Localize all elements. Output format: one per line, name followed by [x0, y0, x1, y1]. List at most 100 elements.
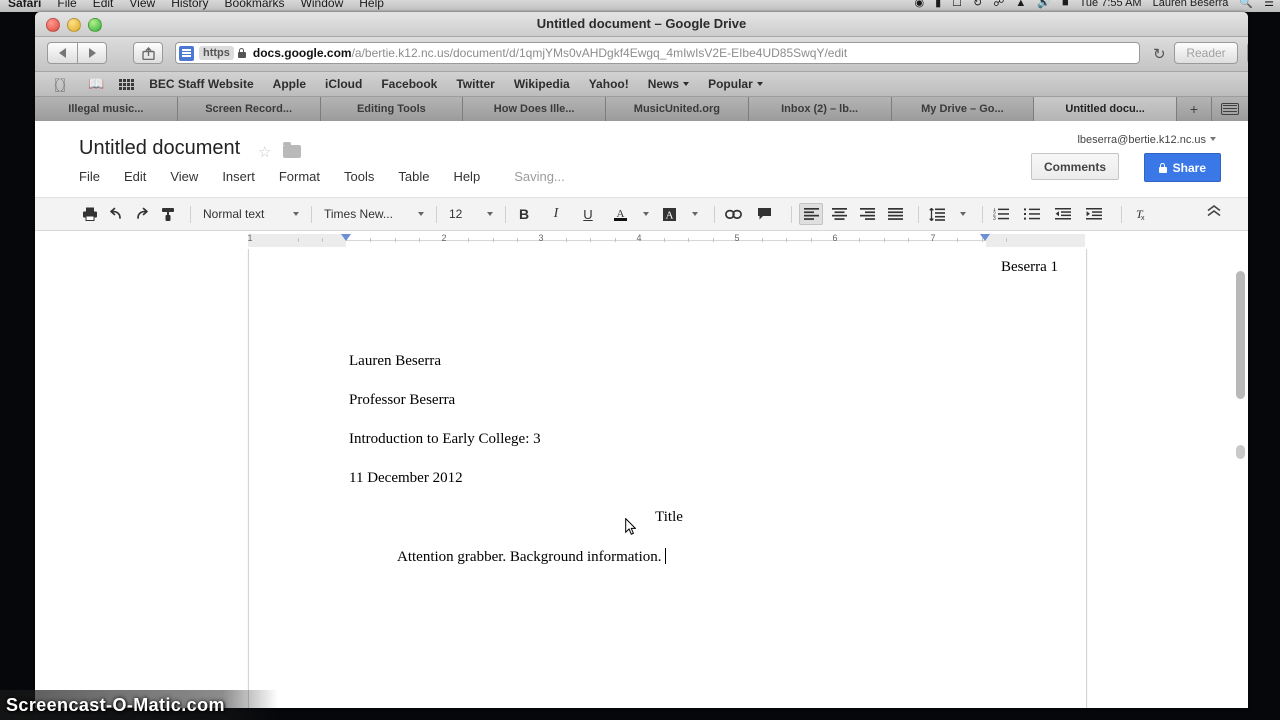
tab-illegal-music[interactable]: Illegal music... — [35, 97, 178, 121]
ruler[interactable]: 1 2 3 4 5 6 7 — [248, 234, 1085, 247]
bluetooth-icon[interactable]: ☍ — [993, 0, 1004, 9]
chevron-down-icon[interactable] — [960, 212, 966, 216]
menu-edit[interactable]: Edit — [124, 169, 146, 184]
text-color-button[interactable]: A — [609, 203, 631, 225]
bookmark-bec-staff-website[interactable]: BEC Staff Website — [149, 77, 253, 91]
collapse-toolbar-button[interactable] — [1206, 205, 1222, 220]
insert-comment-button[interactable] — [753, 203, 775, 225]
clear-formatting-button[interactable]: T x — [1129, 203, 1151, 225]
os-menu-window[interactable]: Window — [301, 0, 344, 10]
wifi-icon[interactable]: ▲ — [1015, 0, 1026, 9]
os-app-name[interactable]: Safari — [8, 0, 41, 10]
os-menu-history[interactable]: History — [171, 0, 208, 10]
reload-button[interactable]: ↻ — [1153, 45, 1166, 63]
vertical-scrollbar[interactable] — [1236, 249, 1245, 708]
bookmark-yahoo[interactable]: Yahoo! — [589, 77, 629, 91]
os-menu-view[interactable]: View — [129, 0, 155, 10]
comments-button[interactable]: Comments — [1031, 153, 1119, 180]
bookmark-folder-news[interactable]: News — [648, 77, 689, 91]
bulleted-list-button[interactable] — [1021, 203, 1043, 225]
paint-format-button[interactable] — [157, 203, 179, 225]
forward-button[interactable] — [77, 42, 107, 64]
decrease-indent-button[interactable] — [1052, 203, 1074, 225]
menu-tools[interactable]: Tools — [344, 169, 374, 184]
left-indent-marker[interactable] — [341, 234, 351, 241]
align-left-button[interactable] — [799, 203, 823, 225]
tab-editing-tools[interactable]: Editing Tools — [321, 97, 464, 121]
sync-icon[interactable]: ↻ — [973, 0, 982, 9]
document-page[interactable]: Beserra 1 Lauren Beserra Professor Beser… — [248, 249, 1087, 708]
bookmark-wikipedia[interactable]: Wikipedia — [514, 77, 570, 91]
align-right-button[interactable] — [855, 203, 879, 225]
redo-button[interactable] — [131, 203, 153, 225]
reading-glasses-icon[interactable]: 〖〗 — [47, 75, 73, 94]
share-button-docs[interactable]: Share — [1144, 153, 1221, 182]
highlight-color-button[interactable]: A — [658, 203, 680, 225]
downloads-button[interactable] — [1247, 42, 1248, 64]
bookmark-icloud[interactable]: iCloud — [325, 77, 362, 91]
dropbox-icon[interactable]: ◉ — [914, 0, 924, 9]
display-icon[interactable]: ▮ — [935, 0, 941, 9]
increase-indent-button[interactable] — [1083, 203, 1105, 225]
os-menu-help[interactable]: Help — [359, 0, 384, 10]
bookmark-folder-popular[interactable]: Popular — [708, 77, 763, 91]
menu-insert[interactable]: Insert — [222, 169, 255, 184]
chevron-down-icon[interactable] — [643, 212, 649, 216]
search-icon[interactable]: 🔍 — [1239, 0, 1253, 9]
tab-how-does-ille[interactable]: How Does Ille... — [463, 97, 606, 121]
address-bar[interactable]: https docs.google.com/a/bertie.k12.nc.us… — [175, 42, 1140, 64]
tab-my-drive[interactable]: My Drive – Go... — [892, 97, 1035, 121]
book-icon[interactable]: 📖 — [88, 76, 104, 92]
paragraph-style-dropdown[interactable]: Normal text — [198, 203, 304, 225]
print-button[interactable] — [79, 203, 101, 225]
bookmark-apple[interactable]: Apple — [273, 77, 306, 91]
share-button[interactable] — [133, 42, 163, 64]
scrollbar-thumb[interactable] — [1236, 271, 1245, 399]
tab-musicunited-org[interactable]: MusicUnited.org — [606, 97, 749, 121]
os-menu-bookmarks[interactable]: Bookmarks — [225, 0, 285, 10]
reader-button[interactable]: Reader — [1174, 42, 1238, 64]
underline-button[interactable]: U — [577, 203, 599, 225]
grid-icon[interactable] — [119, 79, 134, 90]
tab-untitled-document[interactable]: Untitled docu... — [1034, 97, 1177, 121]
align-center-button[interactable] — [827, 203, 851, 225]
document-body[interactable]: Lauren Beserra Professor Beserra Introdu… — [349, 353, 989, 566]
menu-icon[interactable]: ☰ — [1264, 0, 1274, 9]
scrollbar-secondary-thumb[interactable] — [1236, 445, 1245, 459]
page-title[interactable]: Untitled document — [79, 137, 240, 160]
menu-help[interactable]: Help — [453, 169, 480, 184]
undo-button[interactable] — [105, 203, 127, 225]
os-menu-file[interactable]: File — [57, 0, 76, 10]
bookmark-twitter[interactable]: Twitter — [456, 77, 494, 91]
volume-icon[interactable]: 🔊 — [1037, 0, 1051, 9]
italic-button[interactable]: I — [545, 203, 567, 225]
airplay-icon[interactable]: ☐ — [952, 0, 962, 9]
tab-inbox[interactable]: Inbox (2) – lb... — [749, 97, 892, 121]
menu-table[interactable]: Table — [398, 169, 429, 184]
menu-view[interactable]: View — [170, 169, 198, 184]
back-button[interactable] — [47, 42, 77, 64]
menu-format[interactable]: Format — [279, 169, 320, 184]
folder-icon[interactable] — [283, 145, 301, 158]
bold-button[interactable]: B — [513, 203, 535, 225]
new-tab-button[interactable]: + — [1177, 97, 1212, 121]
os-clock[interactable]: Tue 7:55 AM — [1080, 0, 1142, 9]
chevron-down-icon[interactable] — [692, 212, 698, 216]
star-icon[interactable]: ☆ — [258, 143, 271, 161]
tab-overview-button[interactable] — [1212, 97, 1248, 121]
bookmark-facebook[interactable]: Facebook — [381, 77, 437, 91]
numbered-list-button[interactable]: 123 — [990, 203, 1012, 225]
font-dropdown[interactable]: Times New... — [319, 203, 429, 225]
menu-file[interactable]: File — [79, 169, 100, 184]
account-email[interactable]: lbeserra@bertie.k12.nc.us — [1077, 134, 1216, 146]
line-spacing-button[interactable] — [926, 203, 948, 225]
battery-icon[interactable]: ■ — [1062, 0, 1069, 9]
align-justify-button[interactable] — [883, 203, 907, 225]
insert-link-button[interactable] — [722, 203, 744, 225]
reader-rss-icon[interactable] — [179, 46, 194, 61]
os-menu-edit[interactable]: Edit — [93, 0, 114, 10]
tab-screen-record[interactable]: Screen Record... — [178, 97, 321, 121]
os-user-name[interactable]: Lauren Beserra — [1153, 0, 1229, 9]
right-indent-marker[interactable] — [980, 234, 990, 241]
font-size-dropdown[interactable]: 12 — [444, 203, 498, 225]
